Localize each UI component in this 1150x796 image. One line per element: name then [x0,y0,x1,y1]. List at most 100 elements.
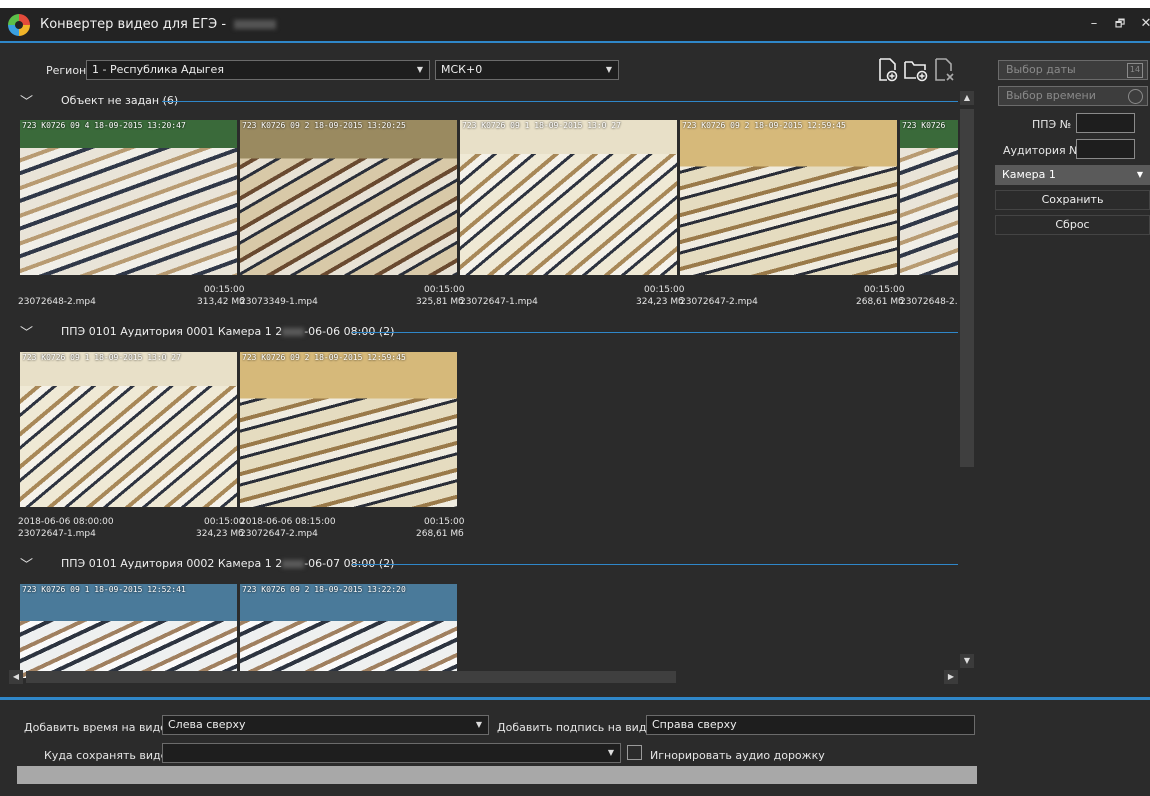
vertical-scroll-thumb[interactable] [960,109,974,467]
chevron-down-icon: ▼ [1136,170,1143,179]
horizontal-scrollbar[interactable]: ◀ ▶ [8,669,959,685]
window-title: Конвертер видео для ЕГЭ - [40,17,277,32]
scroll-left-icon[interactable]: ◀ [9,670,23,684]
calendar-icon: 14 [1127,63,1143,78]
video-date: 2018-06-06 08:00:00 [18,517,114,527]
video-thumbnail[interactable]: 723 K0726 09 2 18-09-2015 12:59:45 [680,120,900,275]
video-thumbnail[interactable]: 723 K0726 09 2 18-09-2015 13:20:25 [240,120,460,275]
group-header-ppe-0101-aud-0002[interactable]: ﹀ ППЭ 0101 Аудитория 0002 Камера 1 2 -06-… [8,554,958,574]
save-path-select[interactable]: ▼ [162,743,621,763]
region-select[interactable]: 1 - Республика Адыгея ▼ [86,60,430,80]
chevron-down-icon[interactable]: ﹀ [20,322,33,341]
video-duration: 00:15:00 [424,285,465,295]
add-caption-label: Добавить подпись на видео: [497,721,664,734]
video-filename: 23073349-1.mp4 [240,297,318,307]
video-size: 313,42 Мб [197,297,245,307]
add-caption-value: Справа сверху [652,718,737,731]
group-divider [352,564,958,565]
app-logo-icon [8,14,30,36]
video-size: 324,23 Мб [636,297,684,307]
video-timestamp-overlay: 723 K0726 09 2 18-09-2015 12:59:45 [682,121,846,130]
video-filename: 23072647-1.mp4 [460,297,538,307]
add-folder-icon[interactable] [903,57,929,83]
video-timestamp-overlay: 723 K0726 09 2 18-09-2015 13:22:20 [242,585,406,594]
ppe-number-input[interactable] [1076,113,1135,133]
scroll-right-icon[interactable]: ▶ [944,670,958,684]
add-file-icon[interactable] [877,57,899,83]
scroll-down-icon[interactable]: ▼ [960,654,974,668]
video-size: 268,61 Мб [856,297,904,307]
auditorium-number-input[interactable] [1076,139,1135,159]
video-filename: 23072647-1.mp4 [18,529,96,539]
time-picker[interactable]: Выбор времени [998,86,1148,106]
video-timestamp-overlay: 723 K0726 09 1 18-09-2015 12:52:41 [22,585,186,594]
video-thumbnail[interactable]: 723 K0726 09 1 18-09-2015 12:52:41 [20,584,240,678]
add-time-select[interactable]: Слева сверху ▼ [162,715,489,735]
chevron-down-icon: ▼ [607,748,614,757]
minimize-button[interactable]: – [1083,14,1105,34]
video-duration: 00:15:00 [864,285,905,295]
date-picker[interactable]: Выбор даты 14 [998,60,1148,80]
video-timestamp-overlay: 723 K0726 [902,121,946,130]
video-thumbnail[interactable]: 723 K0726 09 1 18-09-2015 13:0 27 [460,120,680,275]
chevron-down-icon[interactable]: ﹀ [20,91,33,110]
timezone-select[interactable]: МСК+0 ▼ [435,60,619,80]
video-duration: 00:15:00 [204,517,245,527]
video-timestamp-overlay: 723 K0726 09 2 18-09-2015 12:59:45 [242,353,406,362]
video-thumbnail[interactable]: 723 K0726 09 1 18-09-2015 13:0 27 [20,352,240,507]
add-caption-field[interactable]: Справа сверху [646,715,975,735]
video-thumbnail[interactable]: 723 K0726 09 4 18-09-2015 13:20:47 [20,120,240,275]
ignore-audio-label: Игнорировать аудио дорожку [650,749,825,762]
video-filename: 23072647-2.mp4 [680,297,758,307]
auditorium-number-label: Аудитория № [1003,144,1081,157]
group-divider [352,332,958,333]
timezone-value: МСК+0 [441,63,483,76]
app-window: Конвертер видео для ЕГЭ - – 🗗 ✕ Регион 1… [0,8,1150,796]
vertical-scrollbar[interactable]: ▲ ▼ [959,91,975,681]
camera-value: Камера 1 [1002,168,1056,181]
video-filename: 23072648-2.mp4 [18,297,96,307]
group-title: ППЭ 0101 Аудитория 0001 Камера 1 2 -06-06… [61,325,395,338]
add-time-value: Слева сверху [168,718,246,731]
title-accent-line [0,41,1150,43]
chevron-down-icon: ▼ [605,65,612,74]
group-header-ppe-0101-aud-0001[interactable]: ﹀ ППЭ 0101 Аудитория 0001 Камера 1 2 -06-… [8,322,958,342]
video-thumbnail[interactable]: 723 K0726 [900,120,958,275]
video-size: 325,81 Мб [416,297,464,307]
video-size: 268,61 Мб [416,529,464,539]
save-button[interactable]: Сохранить [995,190,1150,210]
chevron-down-icon: ▼ [416,65,423,74]
add-time-label: Добавить время на видео: [24,721,178,734]
ppe-number-label: ППЭ № [1032,118,1072,131]
clock-icon [1128,89,1143,104]
video-duration: 00:15:00 [644,285,685,295]
video-thumbnail[interactable]: 723 K0726 09 2 18-09-2015 12:59:45 [240,352,460,507]
video-timestamp-overlay: 723 K0726 09 1 18-09-2015 13:0 27 [462,121,621,130]
video-timestamp-overlay: 723 K0726 09 2 18-09-2015 13:20:25 [242,121,406,130]
close-button[interactable]: ✕ [1135,14,1150,34]
group-title: Объект не задан (6) [61,94,179,107]
reset-button[interactable]: Сброс [995,215,1150,235]
restore-button[interactable]: 🗗 [1109,14,1131,34]
video-duration: 00:15:00 [204,285,245,295]
save-path-label: Куда сохранять видео: [44,749,178,762]
video-thumbnail[interactable]: 723 K0726 09 2 18-09-2015 13:22:20 [240,584,460,678]
remove-file-icon[interactable] [933,57,955,83]
time-picker-placeholder: Выбор времени [1006,89,1096,102]
horizontal-scroll-thumb[interactable] [26,671,676,683]
video-filename: 23072648-2.m [900,297,958,307]
video-timestamp-overlay: 723 K0726 09 4 18-09-2015 13:20:47 [22,121,186,130]
title-bar: Конвертер видео для ЕГЭ - – 🗗 ✕ [0,8,1150,41]
video-timestamp-overlay: 723 K0726 09 1 18-09-2015 13:0 27 [22,353,181,362]
chevron-down-icon[interactable]: ﹀ [20,554,33,573]
group-header-unassigned[interactable]: ﹀ Объект не задан (6) [8,91,958,111]
region-value: 1 - Республика Адыгея [92,63,224,76]
camera-select[interactable]: Камера 1 ▼ [995,165,1150,185]
video-list: ﹀ Объект не задан (6) 723 K0726 09 4 18-… [8,88,958,678]
video-date: 2018-06-06 08:15:00 [240,517,336,527]
video-duration: 00:15:00 [424,517,465,527]
ignore-audio-checkbox[interactable] [627,745,642,760]
chevron-down-icon: ▼ [475,720,482,729]
region-label: Регион [46,64,87,77]
scroll-up-icon[interactable]: ▲ [960,91,974,105]
